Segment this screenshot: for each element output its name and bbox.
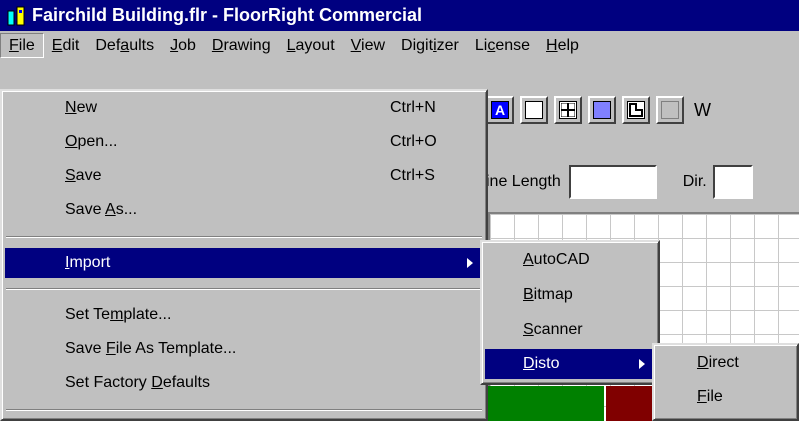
menu-item-new[interactable]: New Ctrl+N — [5, 93, 483, 123]
red-room-fill — [606, 386, 652, 421]
submenu-arrow-icon — [467, 258, 473, 268]
import-submenu: AutoCAD Bitmap Scanner Disto — [480, 240, 660, 385]
dir-label: Dir. — [682, 173, 707, 190]
disto-submenu: Direct File — [652, 343, 799, 421]
line-length-input[interactable] — [568, 165, 657, 199]
hatch-icon — [593, 101, 611, 119]
menu-item-save[interactable]: Save Ctrl+S — [5, 161, 483, 191]
menu-separator — [6, 409, 482, 411]
menu-view[interactable]: View — [343, 33, 393, 58]
file-menu: New Ctrl+N Open... Ctrl+O Save Ctrl+S Sa… — [0, 89, 488, 421]
menu-item-autocad[interactable]: AutoCAD — [485, 245, 655, 275]
menu-separator — [6, 236, 482, 238]
toolbar-label: W — [694, 99, 711, 120]
menu-license[interactable]: License — [467, 33, 538, 58]
menu-item-direct[interactable]: Direct — [657, 348, 794, 378]
grid-icon — [559, 101, 577, 119]
menu-help[interactable]: Help — [538, 33, 587, 58]
menu-item-open[interactable]: Open... Ctrl+O — [5, 127, 483, 157]
drawing-toolbar: A W — [486, 92, 799, 128]
text-tool-button[interactable]: A — [486, 96, 514, 124]
menu-drawing[interactable]: Drawing — [204, 33, 279, 58]
menu-separator — [6, 288, 482, 290]
menu-item-disto[interactable]: Disto — [485, 349, 655, 379]
menu-file[interactable]: File — [0, 33, 44, 58]
submenu-arrow-icon — [639, 359, 645, 369]
menu-item-set-factory-defaults[interactable]: Set Factory Defaults — [5, 368, 483, 398]
menu-item-save-file-as-template[interactable]: Save File As Template... — [5, 334, 483, 364]
grid-tool-button[interactable] — [554, 96, 582, 124]
menu-edit[interactable]: Edit — [44, 33, 88, 58]
shortcut-new: Ctrl+N — [390, 99, 436, 116]
menu-item-set-template[interactable]: Set Template... — [5, 300, 483, 330]
menu-layout[interactable]: Layout — [279, 33, 343, 58]
window-title: Fairchild Building.flr - FloorRight Comm… — [32, 5, 423, 25]
line-length-label: ine Length — [486, 173, 561, 190]
shortcut-save: Ctrl+S — [390, 167, 435, 184]
shortcut-open: Ctrl+O — [390, 133, 437, 150]
menu-item-file-disto[interactable]: File — [657, 382, 794, 412]
dir-input[interactable] — [712, 165, 753, 199]
menu-item-bitmap[interactable]: Bitmap — [485, 280, 655, 310]
menu-job[interactable]: Job — [162, 33, 204, 58]
menu-defaults[interactable]: Defaults — [87, 33, 162, 58]
menu-item-scanner[interactable]: Scanner — [485, 315, 655, 345]
text-icon: A — [491, 101, 509, 119]
app-icon[interactable] — [6, 5, 28, 27]
frame-tool-button[interactable] — [520, 96, 548, 124]
lock-tool-button[interactable] — [656, 96, 684, 124]
menu-digitizer[interactable]: Digitizer — [393, 33, 467, 58]
shape-tool-button[interactable] — [622, 96, 650, 124]
menu-bar: File Edit Defaults Job Drawing Layout View Digi… — [0, 31, 799, 60]
hatch-tool-button[interactable] — [588, 96, 616, 124]
menu-item-save-as[interactable]: Save As... — [5, 195, 483, 225]
shape-icon — [627, 101, 645, 119]
line-length-bar: ine Length Dir. — [486, 162, 799, 202]
title-bar: Fairchild Building.flr - FloorRight Comm… — [0, 0, 799, 31]
green-room-fill — [488, 386, 604, 421]
frame-icon — [525, 101, 543, 119]
menu-item-import[interactable]: Import — [5, 248, 483, 278]
lock-icon — [661, 101, 679, 119]
